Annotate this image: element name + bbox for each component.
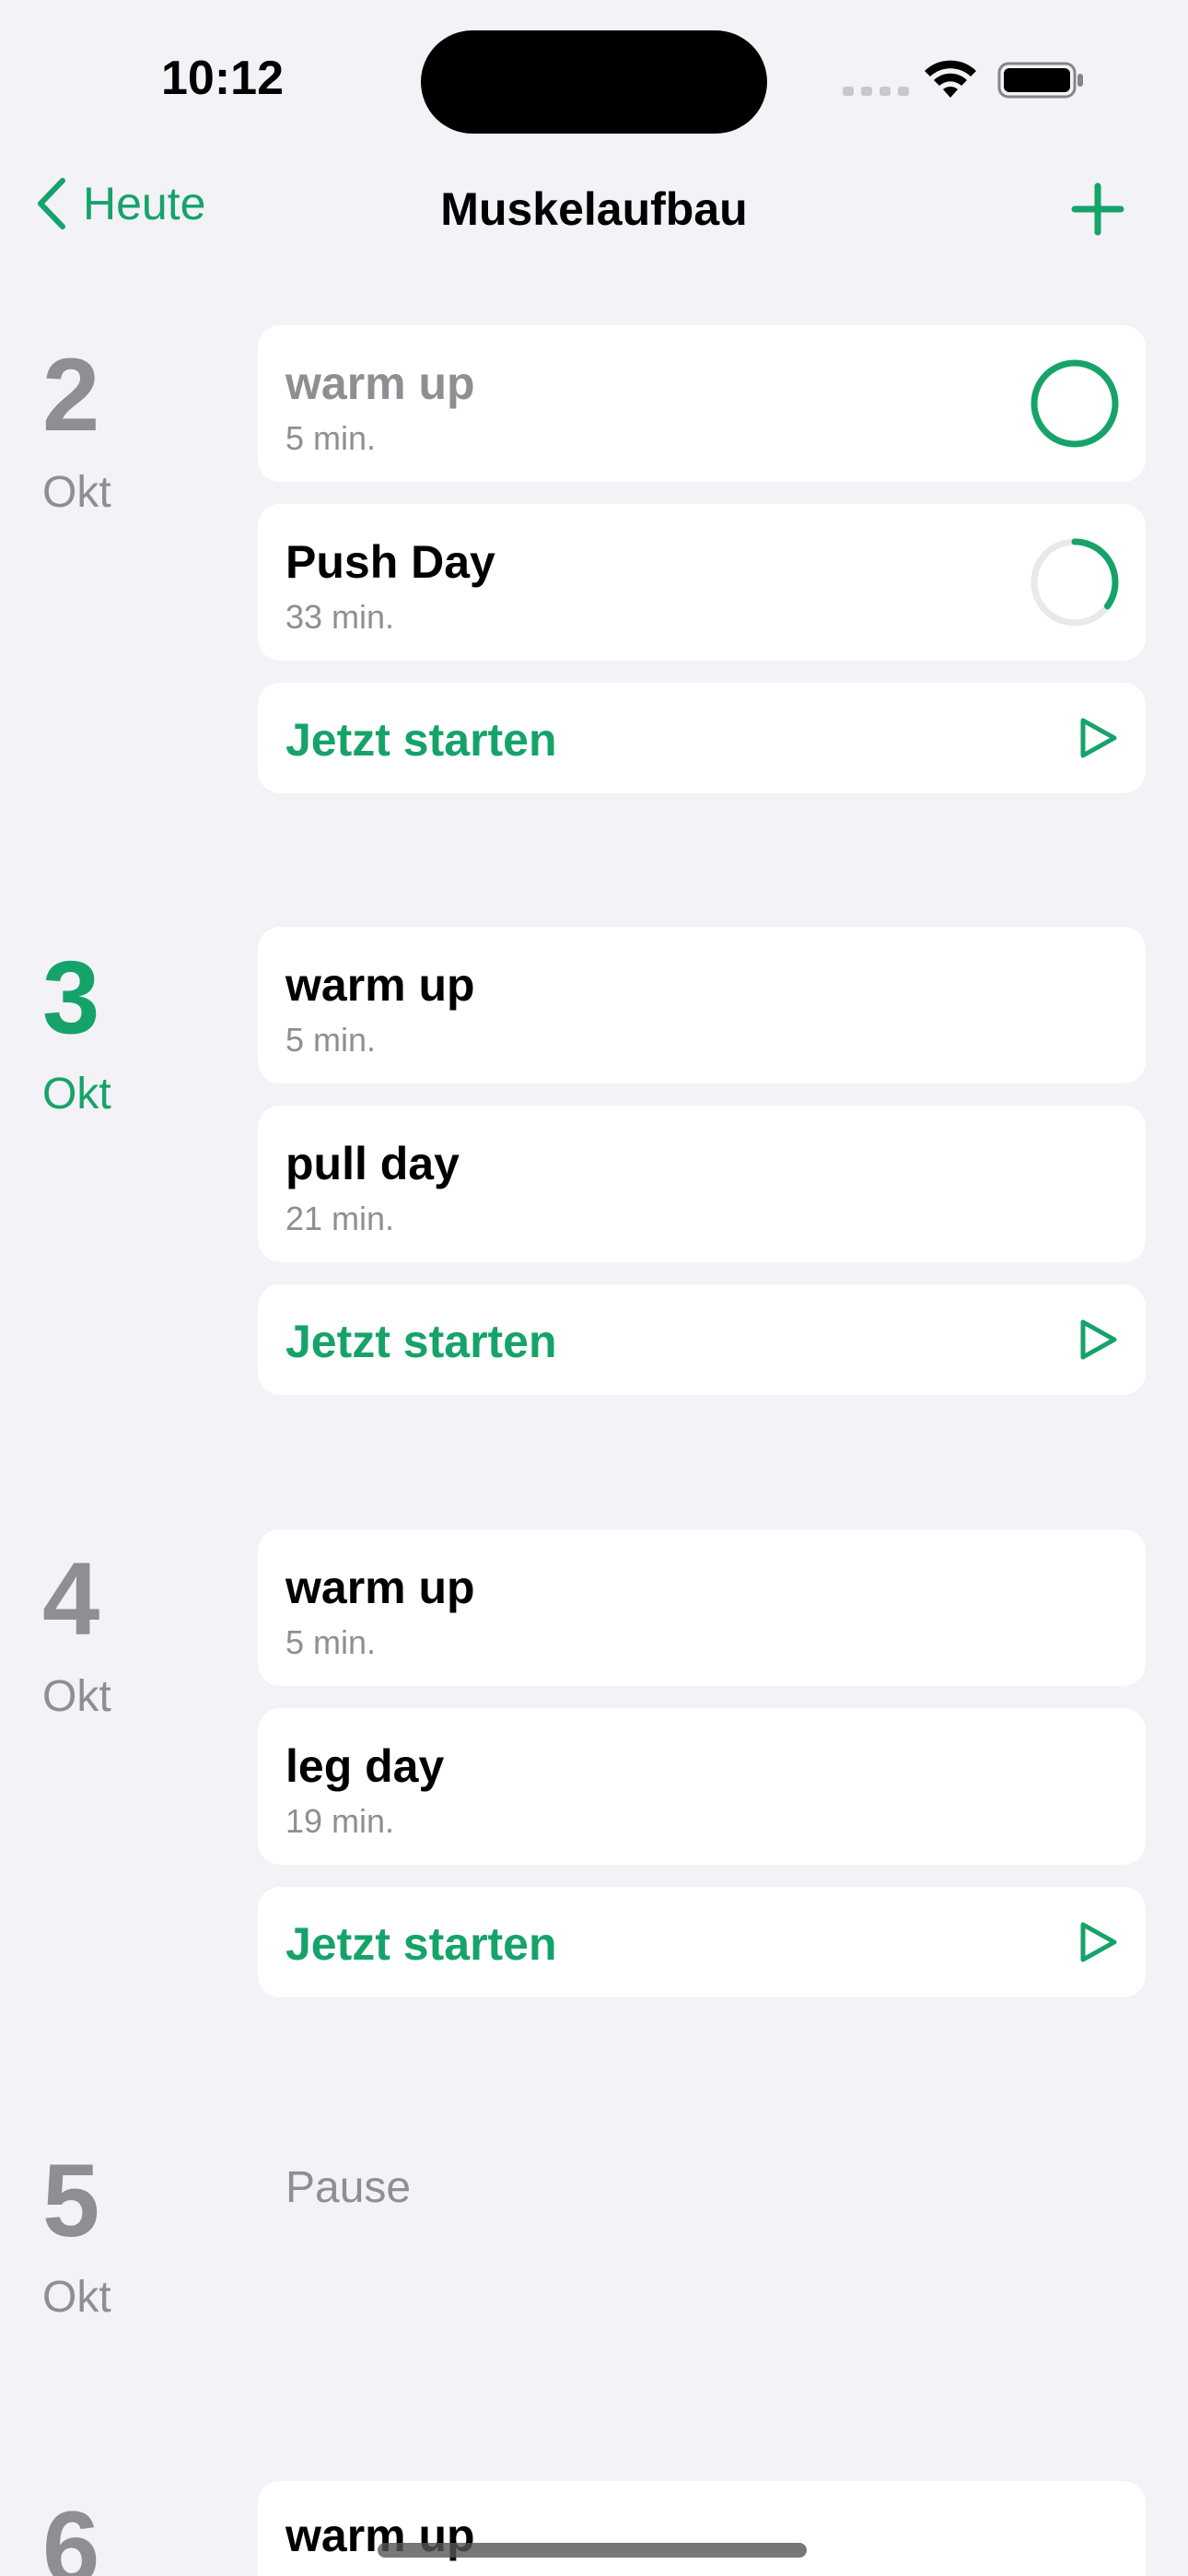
start-now-button[interactable]: Jetzt starten: [258, 1887, 1146, 1997]
day-number: 2: [42, 337, 100, 452]
workout-title: warm up: [285, 959, 475, 1011]
progress-ring-icon: [1031, 538, 1119, 626]
workout-card[interactable]: warm up 5 min.: [258, 325, 1146, 482]
add-icon[interactable]: [1071, 182, 1124, 236]
day-number: 6: [42, 2490, 100, 2576]
start-now-label: Jetzt starten: [285, 1918, 557, 1970]
workout-card[interactable]: warm up 5 min.: [258, 927, 1146, 1083]
workout-card[interactable]: pull day 21 min.: [258, 1106, 1146, 1262]
day-month: Okt: [42, 2273, 111, 2322]
workout-title: warm up: [285, 1562, 475, 1613]
page-title: Muskelaufbau: [440, 183, 748, 235]
workout-title: Push Day: [285, 536, 495, 588]
play-icon: [1080, 1922, 1117, 1962]
day-month: Okt: [42, 468, 111, 517]
start-now-label: Jetzt starten: [285, 714, 557, 766]
workout-card[interactable]: warm up: [258, 2481, 1146, 2576]
workout-title: leg day: [285, 1740, 445, 1792]
battery-icon: [997, 62, 1083, 99]
navigation-bar: Heute Muskelaufbau: [0, 157, 1188, 267]
workout-title: pull day: [285, 1138, 460, 1189]
cellular-signal-icon: [843, 87, 909, 96]
day-number: 4: [42, 1541, 100, 1657]
workout-title: warm up: [285, 357, 475, 409]
status-bar: 10:12: [0, 0, 1188, 157]
status-time: 10:12: [161, 52, 284, 105]
day-month: Okt: [42, 1672, 111, 1721]
workout-duration: 5 min.: [285, 1021, 377, 1059]
play-icon: [1080, 1319, 1117, 1360]
play-icon: [1080, 718, 1117, 758]
dynamic-island: [421, 30, 767, 134]
completed-ring-icon: [1031, 359, 1119, 448]
workout-card[interactable]: warm up 5 min.: [258, 1529, 1146, 1686]
workout-duration: 5 min.: [285, 419, 377, 457]
workout-duration: 19 min.: [285, 1802, 395, 1840]
start-now-button[interactable]: Jetzt starten: [258, 683, 1146, 793]
workout-card[interactable]: Push Day 33 min.: [258, 504, 1146, 661]
start-now-label: Jetzt starten: [285, 1316, 557, 1367]
day-number: 3: [42, 940, 100, 1055]
day-month: Okt: [42, 1070, 111, 1118]
wifi-icon: [925, 60, 976, 98]
workout-card[interactable]: leg day 19 min.: [258, 1708, 1146, 1865]
start-now-button[interactable]: Jetzt starten: [258, 1284, 1146, 1395]
workout-duration: 5 min.: [285, 1623, 377, 1661]
workout-duration: 21 min.: [285, 1200, 395, 1237]
day-number: 5: [42, 2143, 100, 2258]
workout-duration: 33 min.: [285, 598, 395, 636]
home-indicator: [378, 2543, 807, 2558]
rest-day-label: Pause: [285, 2163, 412, 2212]
